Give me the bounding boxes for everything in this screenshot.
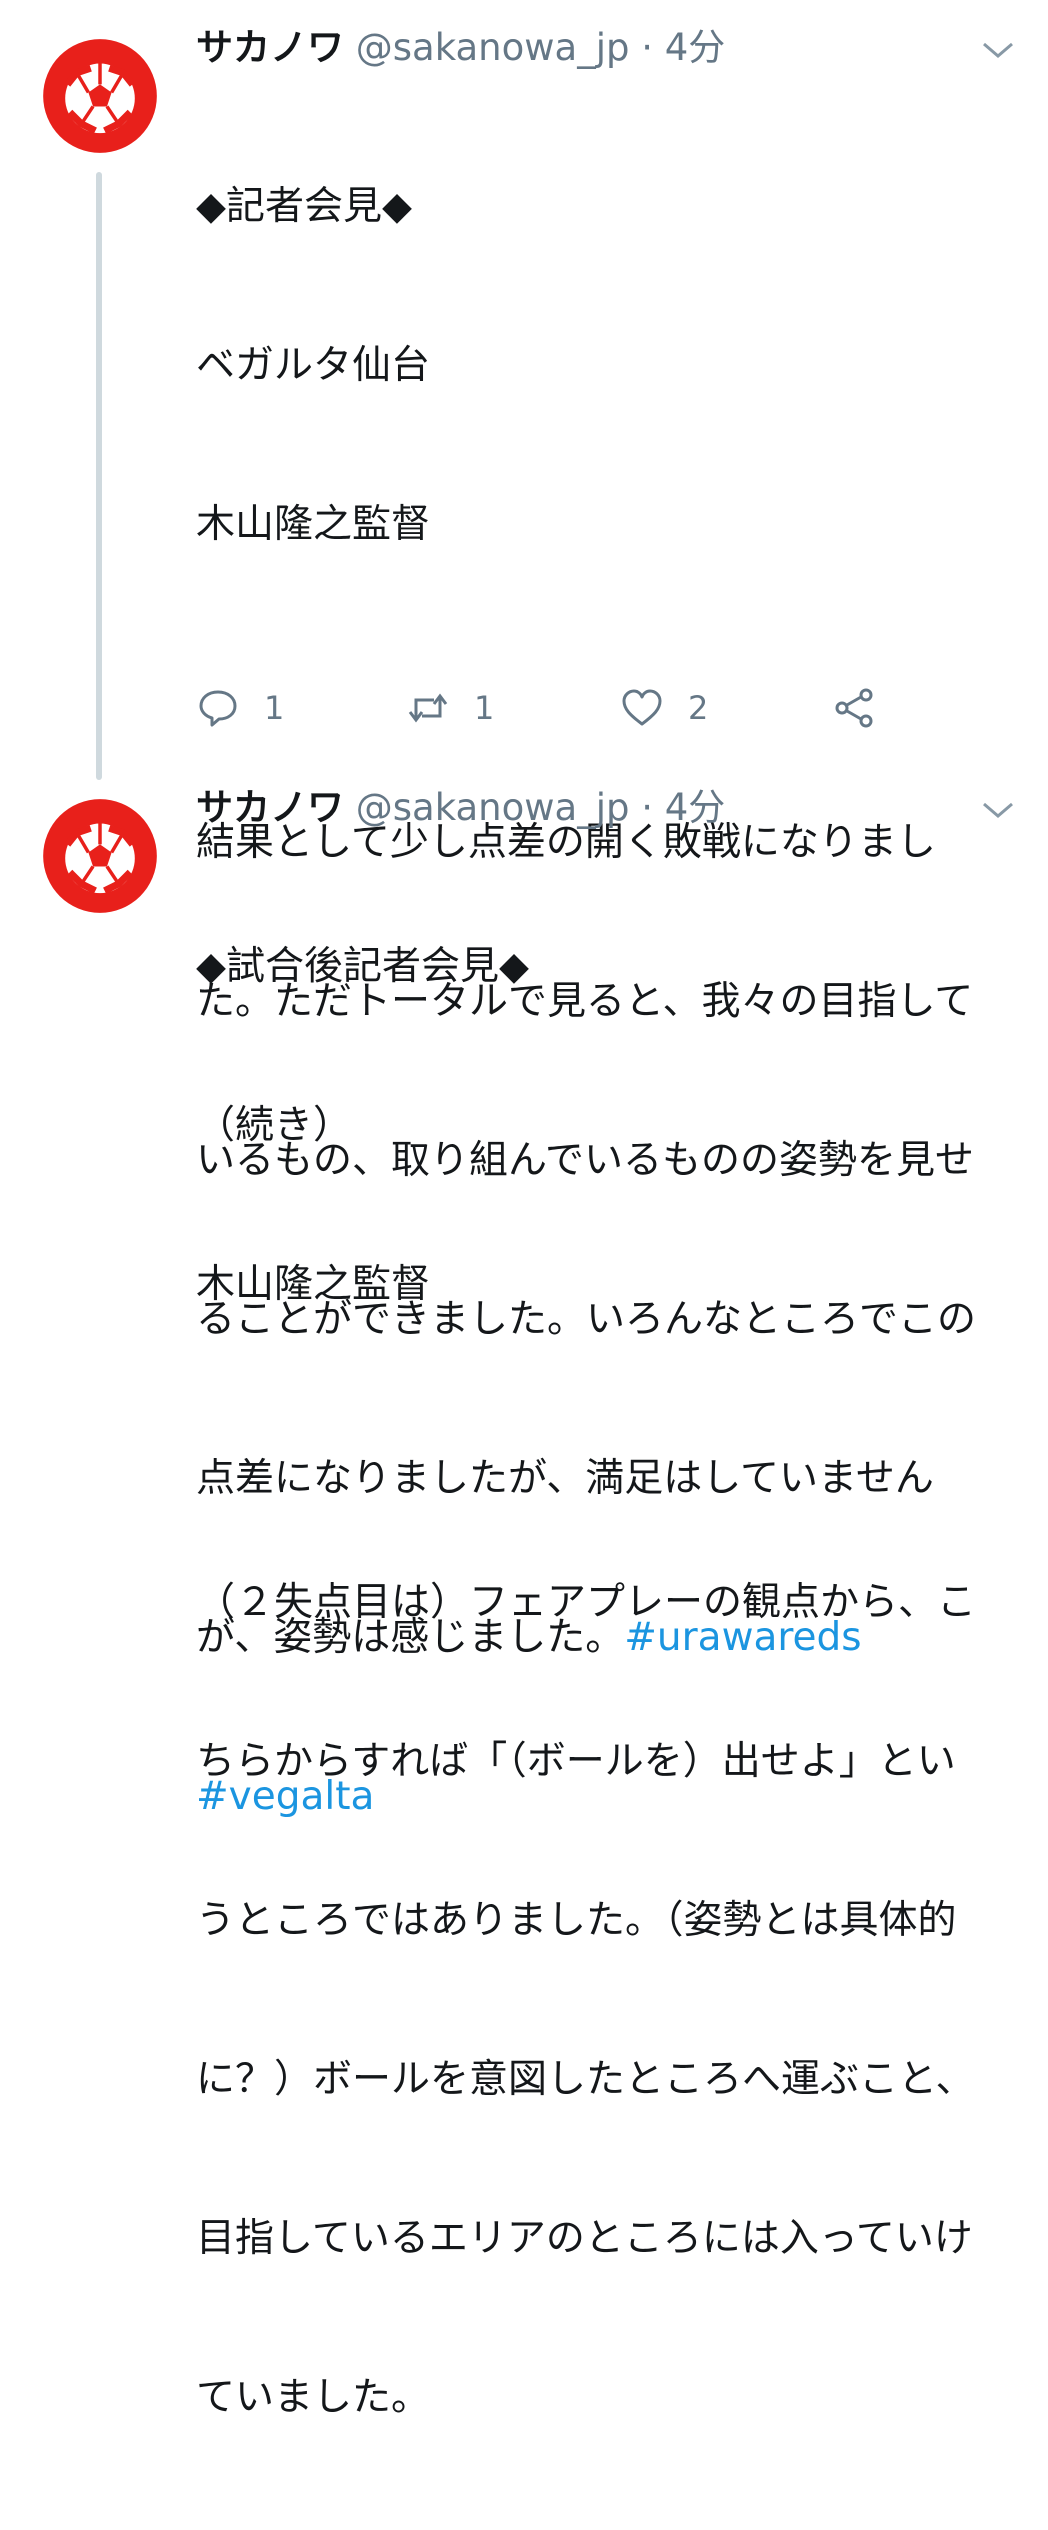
tweet-2[interactable]: サカノワ @sakanowa_jp · 4分 ◆試合後記者会見◆ （続き） 木山…	[0, 780, 1048, 2420]
tweet-header: サカノワ @sakanowa_jp · 4分	[196, 784, 725, 832]
author-handle[interactable]: @sakanowa_jp	[356, 26, 630, 69]
share-icon	[835, 688, 873, 728]
tweet-text-line: （２失点目は）フェアプレーの観点から、こ	[196, 1580, 977, 1625]
thread-connector-line	[96, 172, 102, 780]
tweet-text-line: 木山隆之監督	[196, 1262, 431, 1307]
tweet-1[interactable]: サカノワ @sakanowa_jp · 4分 ◆記者会見◆ ベガルタ仙台 木山隆…	[0, 0, 1048, 1819]
timestamp[interactable]: 4分	[665, 26, 726, 69]
tweet-menu-button[interactable]	[978, 36, 1018, 64]
timestamp[interactable]: 4分	[665, 786, 726, 829]
retweet-icon	[408, 693, 448, 723]
author-name[interactable]: サカノワ	[196, 786, 344, 829]
chevron-down-icon	[983, 802, 1013, 818]
share-button[interactable]	[832, 682, 876, 734]
tweet-text-line: 木山隆之監督	[196, 502, 431, 547]
tweet-text-line: （続き）	[196, 1103, 353, 1148]
tweet-text-line: ちらからすれば「（ボールを）出せよ」とい	[196, 1739, 956, 1784]
separator: ·	[641, 26, 653, 69]
tweet-text-line: ◆記者会見◆	[196, 184, 412, 229]
like-count: 2	[688, 689, 709, 727]
tweet-text-line: に？）ボールを意図したところへ運ぶこと、	[196, 2057, 975, 2102]
heart-icon	[622, 689, 662, 726]
tweet-text-line: ベガルタ仙台	[196, 343, 431, 388]
reply-icon	[199, 690, 237, 727]
author-name[interactable]: サカノワ	[196, 26, 344, 69]
reply-button[interactable]: 1	[196, 682, 284, 734]
soccer-ball-avatar-icon	[43, 799, 157, 913]
retweet-button[interactable]: 1	[406, 682, 494, 734]
tweet-actions: 1 1 2	[196, 682, 896, 734]
tweet-text-line: ◆試合後記者会見◆	[196, 944, 529, 989]
tweet-text-line: ていました。	[196, 2375, 431, 2420]
tweet-menu-button[interactable]	[978, 796, 1018, 824]
tweet-header: サカノワ @sakanowa_jp · 4分	[196, 24, 725, 72]
tweet-text-line	[196, 1417, 1016, 1470]
tweet-text: ◆試合後記者会見◆ （続き） 木山隆之監督 （２失点目は）フェアプレーの観点から…	[196, 834, 1016, 2530]
author-handle[interactable]: @sakanowa_jp	[356, 786, 630, 829]
author-avatar[interactable]	[42, 38, 158, 154]
soccer-ball-avatar-icon	[43, 39, 157, 153]
author-avatar[interactable]	[42, 798, 158, 914]
tweet-text-line: うところではありました。（姿勢とは具体的	[196, 1898, 957, 1943]
like-button[interactable]: 2	[620, 682, 708, 734]
reply-count: 1	[264, 689, 285, 727]
separator: ·	[641, 786, 653, 829]
retweet-count: 1	[474, 689, 495, 727]
tweet-text-line: 目指しているエリアのところには入っていけ	[196, 2216, 973, 2261]
chevron-down-icon	[983, 42, 1013, 58]
